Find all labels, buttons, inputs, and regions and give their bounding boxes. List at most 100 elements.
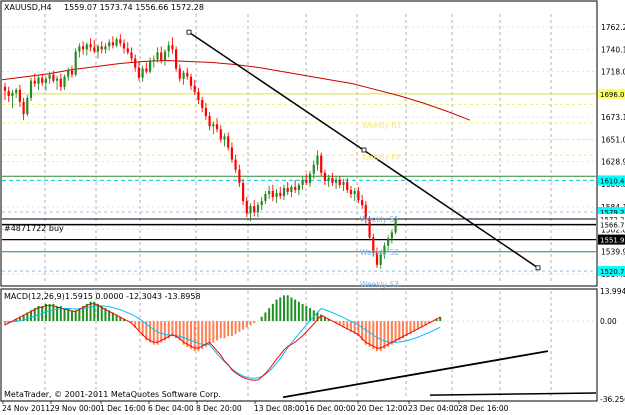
candle-body[interactable] (342, 181, 345, 185)
candle-body[interactable] (115, 39, 118, 46)
candle-body[interactable] (282, 187, 286, 196)
candle-body[interactable] (346, 181, 349, 190)
candle-body[interactable] (201, 100, 204, 109)
candle-body[interactable] (253, 206, 256, 213)
candle-body[interactable] (160, 52, 163, 61)
candle-body[interactable] (104, 46, 107, 50)
candle-body[interactable] (271, 191, 274, 198)
candle-body[interactable] (15, 89, 18, 93)
candle-body[interactable] (208, 116, 211, 127)
candle-body[interactable] (59, 78, 62, 87)
trendline-handle[interactable] (535, 265, 541, 271)
candle-body[interactable] (126, 48, 129, 53)
candle-body[interactable] (305, 179, 308, 183)
candle-body[interactable] (256, 205, 260, 213)
candle-body[interactable] (193, 85, 196, 92)
candle-body[interactable] (316, 155, 319, 165)
candle-body[interactable] (52, 74, 55, 81)
candle-body[interactable] (212, 124, 215, 127)
candle-body[interactable] (78, 46, 81, 52)
candle-body[interactable] (145, 68, 148, 72)
candle-body[interactable] (111, 42, 114, 46)
candle-body[interactable] (56, 78, 59, 81)
candle-body[interactable] (18, 89, 21, 102)
candle-body[interactable] (11, 92, 14, 96)
candle-body[interactable] (134, 58, 137, 68)
candle-body[interactable] (141, 68, 144, 78)
candle-body[interactable] (89, 44, 92, 48)
candle-body[interactable] (327, 177, 330, 181)
candle-body[interactable] (67, 70, 70, 77)
candle-body[interactable] (390, 232, 393, 239)
candle-body[interactable] (63, 76, 66, 87)
candle-body[interactable] (41, 77, 44, 83)
candle-body[interactable] (82, 46, 85, 50)
candle-body[interactable] (349, 190, 353, 194)
candle-body[interactable] (7, 90, 10, 96)
candle-body[interactable] (361, 200, 364, 206)
candle-body[interactable] (297, 184, 300, 190)
candle-body[interactable] (149, 61, 152, 72)
candle-body[interactable] (93, 47, 96, 52)
candle-body[interactable] (156, 52, 159, 60)
candle-body[interactable] (189, 76, 193, 86)
candle-body[interactable] (74, 51, 77, 75)
candle-body[interactable] (48, 74, 51, 79)
candle-body[interactable] (70, 70, 74, 75)
candle-body[interactable] (96, 46, 100, 52)
candle-body[interactable] (100, 46, 103, 50)
candle-body[interactable] (275, 193, 278, 197)
candle-body[interactable] (122, 43, 126, 49)
candle-body[interactable] (167, 45, 170, 52)
candle-body[interactable] (37, 77, 40, 84)
candle-body[interactable] (320, 155, 323, 173)
candle-body[interactable] (44, 78, 47, 83)
trendline-handle[interactable] (186, 29, 192, 35)
candle-body[interactable] (312, 164, 315, 174)
candle-body[interactable] (33, 80, 36, 84)
candle-body[interactable] (219, 129, 222, 140)
candle-body[interactable] (290, 186, 293, 192)
candle-body[interactable] (85, 44, 88, 50)
candle-body[interactable] (338, 179, 341, 185)
order-line-label[interactable]: #4871722 buy (4, 224, 64, 233)
trendline-handle[interactable] (361, 147, 367, 153)
candle-body[interactable] (204, 108, 207, 117)
candle-body[interactable] (119, 39, 122, 44)
candle-body[interactable] (230, 147, 233, 160)
candle-body[interactable] (22, 102, 25, 115)
candle-body[interactable] (268, 191, 271, 194)
candle-body[interactable] (331, 177, 334, 183)
candle-body[interactable] (197, 91, 200, 100)
candle-body[interactable] (323, 172, 326, 181)
candle-body[interactable] (3, 86, 7, 91)
candle-body[interactable] (108, 42, 111, 47)
candle-body[interactable] (242, 182, 245, 202)
candle-body[interactable] (335, 179, 338, 183)
candle-body[interactable] (171, 45, 174, 50)
candle-body[interactable] (152, 59, 155, 62)
candle-body[interactable] (178, 68, 181, 79)
candle-body[interactable] (186, 72, 189, 77)
candle-body[interactable] (301, 179, 304, 185)
candle-body[interactable] (234, 159, 237, 170)
candle-body[interactable] (249, 206, 252, 214)
candle-body[interactable] (286, 187, 289, 192)
candle-body[interactable] (357, 191, 360, 201)
candle-body[interactable] (279, 193, 282, 196)
candle-body[interactable] (308, 173, 312, 183)
candle-body[interactable] (223, 136, 226, 140)
candle-body[interactable] (137, 67, 140, 78)
candle-body[interactable] (387, 238, 390, 246)
candle-body[interactable] (182, 72, 185, 79)
candle-body[interactable] (175, 49, 178, 69)
candle-body[interactable] (353, 191, 356, 194)
chart-window[interactable]: 1762.201740.101718.001695.901673.151651.… (0, 0, 625, 415)
candle-body[interactable] (29, 80, 33, 98)
candle-body[interactable] (245, 201, 248, 214)
candle-body[interactable] (294, 186, 297, 190)
candle-body[interactable] (264, 194, 267, 202)
candle-body[interactable] (227, 136, 230, 148)
candle-body[interactable] (26, 97, 29, 115)
candle-body[interactable] (260, 201, 263, 206)
